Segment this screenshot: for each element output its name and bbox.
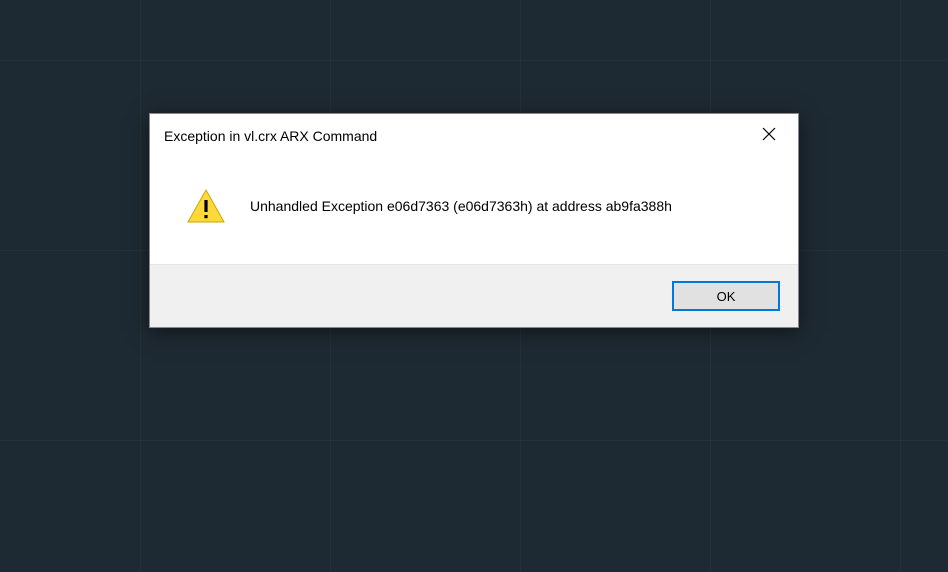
dialog-body: Unhandled Exception e06d7363 (e06d7363h)… [150, 158, 798, 264]
close-button[interactable] [746, 114, 792, 158]
close-icon [762, 127, 776, 146]
error-message: Unhandled Exception e06d7363 (e06d7363h)… [250, 198, 672, 214]
ok-button-label: OK [717, 289, 736, 304]
ok-button[interactable]: OK [672, 281, 780, 311]
dialog-footer: OK [150, 264, 798, 327]
error-dialog: Exception in vl.crx ARX Command Unhandle… [149, 113, 799, 328]
warning-icon [186, 188, 226, 224]
dialog-title: Exception in vl.crx ARX Command [164, 128, 377, 144]
dialog-titlebar[interactable]: Exception in vl.crx ARX Command [150, 114, 798, 158]
